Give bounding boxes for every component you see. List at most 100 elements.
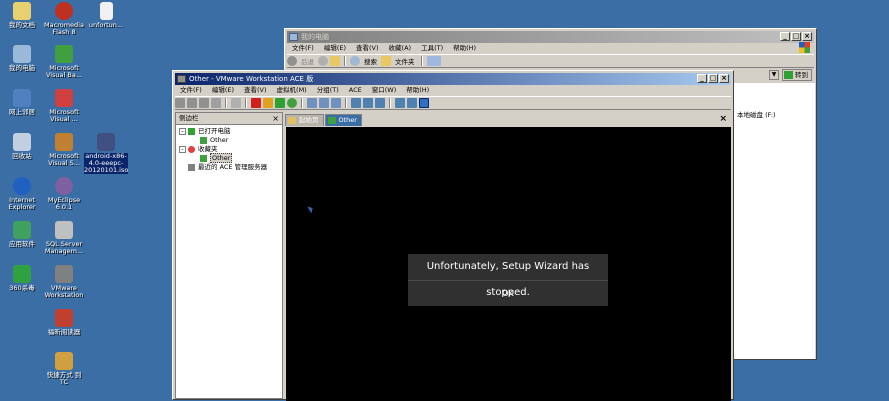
close-button[interactable]: × (802, 32, 812, 41)
vmware-icon (55, 265, 73, 283)
toolbar-separator (245, 98, 247, 108)
tree-favorite-vm-other[interactable]: Other (176, 153, 282, 163)
menu-help[interactable]: 帮助(H) (448, 43, 481, 54)
vmware-window[interactable]: Other - VMware Workstation ACE 版 _ □ × 文… (172, 70, 734, 401)
revert-snapshot-icon[interactable] (319, 98, 329, 108)
tc-shortcut[interactable]: 快捷方式 到 TC (42, 352, 86, 386)
folder-icon (13, 2, 31, 20)
visual-sourcesafe-shortcut[interactable]: Microsoft Visual S... (42, 133, 86, 167)
network-places-icon[interactable]: 网上邻居 (0, 89, 44, 116)
menu-file[interactable]: 文件(F) (175, 85, 207, 96)
pdf-reader-icon (55, 309, 73, 327)
summary-view-icon[interactable] (375, 98, 385, 108)
total-commander-icon (55, 352, 73, 370)
open-vm-icon[interactable] (187, 98, 197, 108)
close-tab-icon[interactable]: × (719, 114, 727, 125)
folders-button[interactable]: 文件夹 (393, 56, 417, 66)
back-button[interactable]: 后退 (299, 56, 316, 66)
android-iso-file[interactable]: android-x86-4.0-eeepc-20120101.iso (84, 133, 128, 174)
sidebar-title: 侧边栏 (179, 114, 199, 122)
address-dropdown[interactable]: ▼ (769, 70, 779, 80)
home-icon (288, 117, 296, 124)
tree-recent-ace-servers[interactable]: 最近的 ACE 管理服务器 (176, 163, 282, 172)
folders-icon (381, 56, 391, 66)
sql-server-shortcut[interactable]: SQL Server Managem... (42, 221, 86, 255)
shield-icon (13, 265, 31, 283)
menu-help[interactable]: 帮助(H) (401, 85, 434, 96)
internet-explorer-icon[interactable]: Internet Explorer (0, 177, 44, 211)
menu-favorites[interactable]: 收藏(A) (384, 43, 417, 54)
menu-team[interactable]: 分组(T) (312, 85, 344, 96)
sidebar: 侧边栏 × - 已打开电脑 Other - 收藏夹 Other 最近的 ACE … (175, 112, 283, 399)
myeclipse-shortcut[interactable]: MyEclipse 6.0.1 (42, 177, 86, 211)
snapshot-manager-icon[interactable] (331, 98, 341, 108)
minimize-button[interactable]: _ (780, 32, 790, 41)
close-button[interactable]: × (719, 74, 729, 83)
drive-item[interactable]: 本地磁盘 (F:) (737, 109, 776, 119)
windows-logo-icon (799, 42, 810, 53)
vmware-titlebar[interactable]: Other - VMware Workstation ACE 版 _ □ × (175, 73, 731, 85)
collapse-icon[interactable]: - (179, 146, 186, 153)
collapse-icon[interactable]: - (179, 128, 186, 135)
menu-vm[interactable]: 虚拟机(M) (272, 85, 312, 96)
visual-studio-shortcut[interactable]: Microsoft Visual ... (42, 89, 86, 123)
foxit-reader-shortcut[interactable]: 福昕阅读器 (42, 309, 86, 336)
back-arrow-icon[interactable] (287, 56, 297, 66)
applications-folder-icon[interactable]: 应用软件 (0, 221, 44, 248)
menu-edit[interactable]: 编辑(E) (319, 43, 351, 54)
go-label: 转到 (795, 71, 808, 79)
unfortunately-file[interactable]: unfortun... (84, 2, 128, 29)
settings-icon[interactable] (211, 98, 221, 108)
menu-tools[interactable]: 工具(T) (416, 43, 448, 54)
360-antivirus-icon[interactable]: 360杀毒 (0, 265, 44, 292)
visual-basic-shortcut[interactable]: Microsoft Visual Ba... (42, 45, 86, 79)
menu-file[interactable]: 文件(F) (287, 43, 319, 54)
forward-arrow-icon[interactable] (318, 56, 328, 66)
ok-button[interactable]: OK (408, 281, 608, 307)
snapshot-icon[interactable] (307, 98, 317, 108)
vmware-shortcut[interactable]: VMware Workstation (42, 265, 86, 299)
menu-ace[interactable]: ACE (344, 85, 367, 96)
clone-icon[interactable] (199, 98, 209, 108)
go-button[interactable]: 转到 (782, 69, 812, 81)
menu-edit[interactable]: 编辑(E) (207, 85, 239, 96)
reset-icon[interactable] (287, 98, 297, 108)
my-computer-icon[interactable]: 我的电脑 (0, 45, 44, 72)
minimize-button[interactable]: _ (697, 74, 707, 83)
explorer-content: 本地磁盘 (F:) (733, 83, 815, 359)
recycle-bin-icon[interactable]: 回收站 (0, 133, 44, 160)
console-view-icon[interactable] (395, 98, 405, 108)
maximize-button[interactable]: □ (708, 74, 718, 83)
sidebar-close-icon[interactable]: × (272, 113, 279, 124)
menu-window[interactable]: 窗口(W) (367, 85, 402, 96)
new-vm-icon[interactable] (175, 98, 185, 108)
my-documents-icon[interactable]: 我的文档 (0, 2, 44, 29)
views-icon[interactable] (426, 56, 441, 66)
full-screen-icon[interactable] (351, 98, 361, 108)
sidebar-toggle-icon[interactable] (231, 98, 241, 108)
thumbnail-view-icon[interactable] (407, 98, 417, 108)
toolbar-separator (344, 56, 346, 66)
pause-icon[interactable] (263, 98, 273, 108)
stop-icon[interactable] (251, 98, 261, 108)
up-folder-icon[interactable] (330, 56, 340, 66)
tab-home[interactable]: 起始页 (285, 114, 324, 126)
tree-vm-other[interactable]: Other (176, 136, 282, 145)
tree-opened-machines[interactable]: - 已打开电脑 (176, 127, 282, 136)
search-button[interactable]: 搜索 (362, 56, 379, 66)
error-message: Unfortunately, Setup Wizard has stopped. (408, 254, 608, 298)
menu-view[interactable]: 查看(V) (351, 43, 384, 54)
active-console-icon[interactable] (419, 98, 429, 108)
vm-icon (200, 137, 207, 144)
play-icon[interactable] (275, 98, 285, 108)
flash-8-shortcut[interactable]: Macromedia Flash 8 (42, 2, 86, 36)
menu-view[interactable]: 查看(V) (239, 85, 272, 96)
vm-console[interactable]: Unfortunately, Setup Wizard has stopped.… (286, 127, 731, 401)
error-dialog: Unfortunately, Setup Wizard has stopped.… (408, 254, 608, 306)
tab-other[interactable]: Other (324, 114, 362, 126)
trash-icon (13, 133, 31, 151)
explorer-titlebar[interactable]: 我的电脑 _ □ × (287, 31, 814, 43)
maximize-button[interactable]: □ (791, 32, 801, 41)
quick-switch-icon[interactable] (363, 98, 373, 108)
vm-icon (200, 155, 207, 162)
